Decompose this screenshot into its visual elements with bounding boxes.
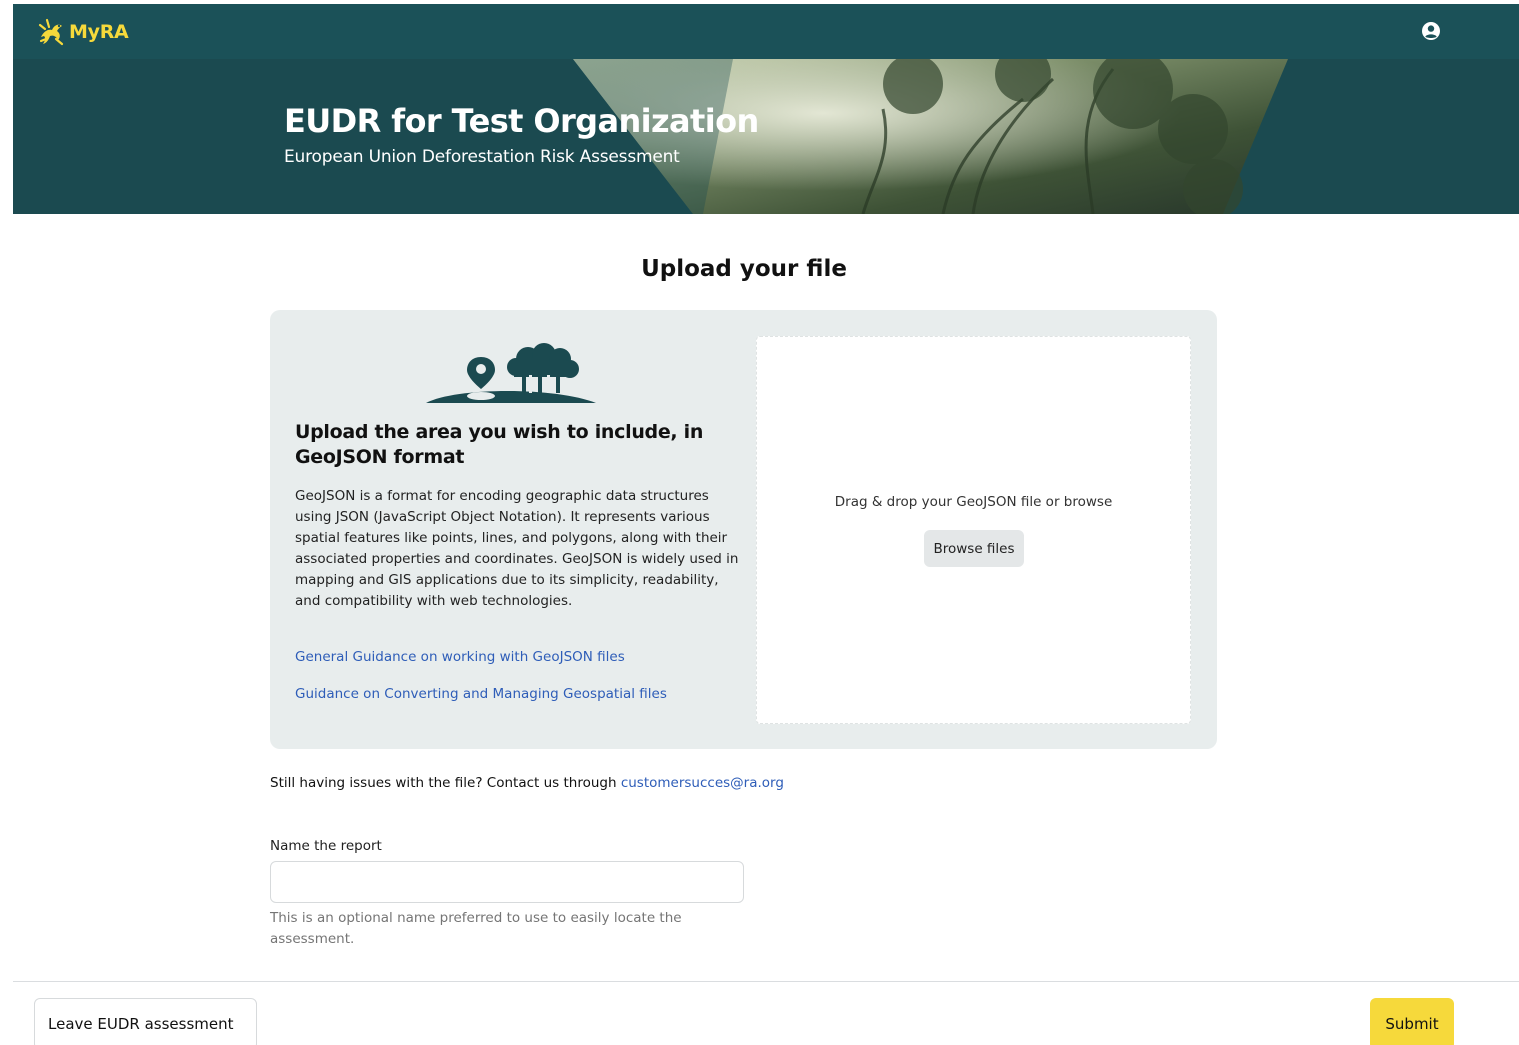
app-name: MyRA bbox=[69, 20, 129, 43]
file-dropzone[interactable]: Drag & drop your GeoJSON file or browse … bbox=[756, 336, 1191, 724]
frog-logo-icon bbox=[38, 18, 64, 45]
browse-files-button[interactable]: Browse files bbox=[924, 530, 1024, 567]
forest-background-image bbox=[13, 59, 1519, 214]
info-description: GeoJSON is a format for encoding geograp… bbox=[295, 488, 739, 609]
geojson-guidance-link[interactable]: General Guidance on working with GeoJSON… bbox=[295, 649, 625, 665]
hero-banner: EUDR for Test Organization European Unio… bbox=[13, 59, 1519, 214]
upload-panel: Upload the area you wish to include, in … bbox=[270, 310, 1217, 749]
submit-button[interactable]: Submit bbox=[1370, 998, 1454, 1045]
help-text-label: Still having issues with the file? Conta… bbox=[270, 775, 621, 791]
report-name-hint: This is an optional name preferred to us… bbox=[270, 910, 682, 947]
leave-assessment-button[interactable]: Leave EUDR assessment bbox=[34, 998, 257, 1045]
dropzone-text: Drag & drop your GeoJSON file or browse bbox=[834, 494, 1113, 510]
upload-heading: Upload your file bbox=[641, 256, 847, 282]
app-logo[interactable]: MyRA bbox=[38, 17, 129, 47]
geospatial-guidance-link[interactable]: Guidance on Converting and Managing Geos… bbox=[295, 686, 667, 702]
footer-divider bbox=[13, 981, 1519, 982]
info-title: Upload the area you wish to include, in … bbox=[295, 421, 704, 468]
help-text: Still having issues with the file? Conta… bbox=[270, 775, 784, 791]
user-circle-icon[interactable] bbox=[1421, 21, 1441, 41]
support-email-link[interactable]: customersucces@ra.org bbox=[621, 775, 784, 791]
page-title: EUDR for Test Organization bbox=[284, 102, 759, 140]
map-pin-trees-icon bbox=[426, 343, 596, 403]
report-name-label: Name the report bbox=[270, 838, 382, 854]
page-subtitle: European Union Deforestation Risk Assess… bbox=[284, 147, 680, 167]
top-navbar: MyRA bbox=[13, 4, 1519, 59]
report-name-input[interactable] bbox=[270, 861, 744, 903]
